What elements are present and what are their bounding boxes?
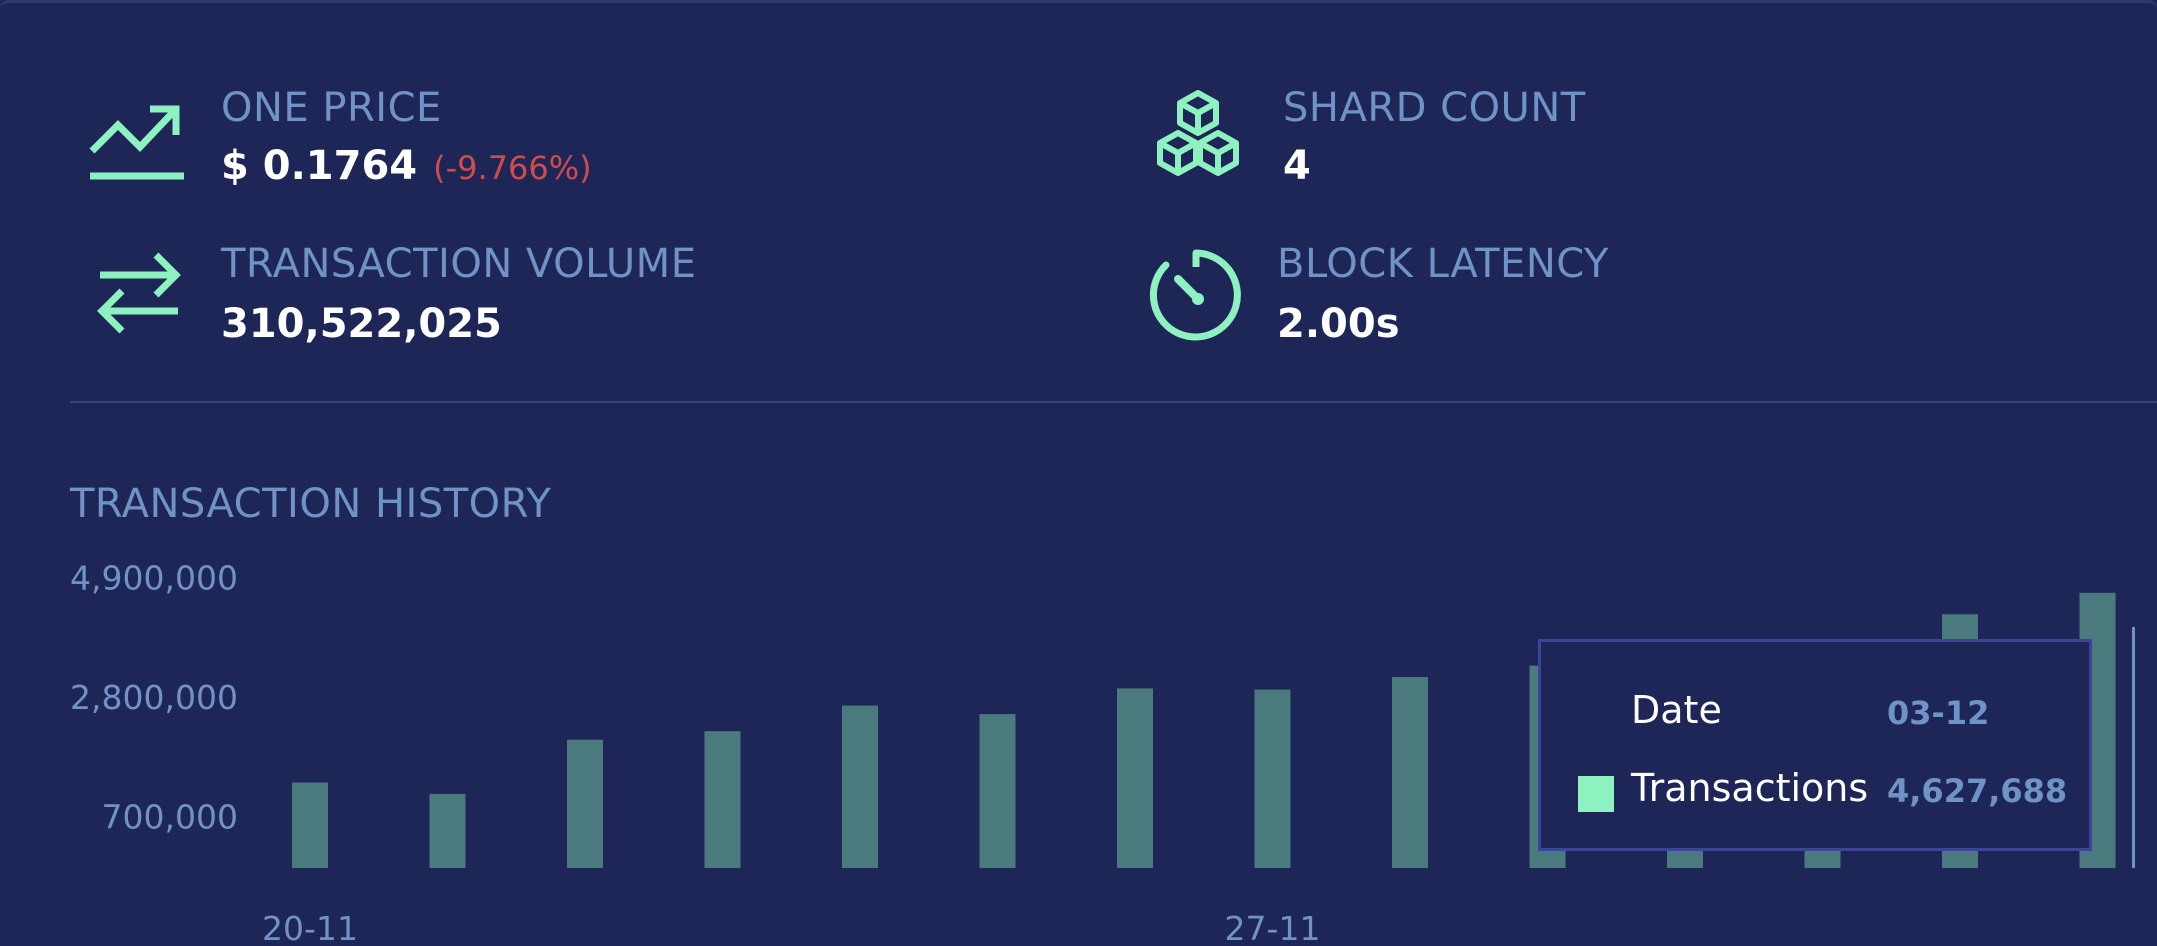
y-tick-label: 700,000 <box>102 798 238 837</box>
price-value: $ 0.1764 <box>221 143 418 189</box>
shard-count-value: 4 <box>1283 143 1311 189</box>
chart-bar[interactable] <box>842 705 878 868</box>
timer-icon <box>1148 247 1244 347</box>
block-latency-value: 2.00s <box>1277 301 1400 347</box>
price-change: (-9.766%) <box>433 149 592 187</box>
section-divider <box>70 401 2157 403</box>
tooltip-transactions-label: Transactions <box>1631 766 1869 810</box>
transaction-history-title: TRANSACTION HISTORY <box>70 481 552 527</box>
tooltip-date-row: Date 03-12 <box>1541 682 2089 742</box>
x-tick-label: 27-11 <box>1225 909 1321 946</box>
chart-bar[interactable] <box>1254 689 1291 868</box>
cubes-icon <box>1148 89 1248 189</box>
tooltip-date-value: 03-12 <box>1887 694 1990 732</box>
chart-bar[interactable] <box>704 731 741 868</box>
y-tick-label: 4,900,000 <box>70 563 238 597</box>
chart-bar[interactable] <box>979 714 1016 868</box>
chart-bar[interactable] <box>1117 688 1153 868</box>
chart-bar[interactable] <box>292 782 328 868</box>
y-tick-label: 2,800,000 <box>70 678 238 717</box>
transactions-legend-swatch <box>1578 776 1614 812</box>
block-latency-label: BLOCK LATENCY <box>1277 241 1609 287</box>
x-tick-label: 20-11 <box>262 909 358 946</box>
price-label: ONE PRICE <box>221 85 442 131</box>
tooltip-transactions-row: Transactions 4,627,688 <box>1541 760 2089 820</box>
chart-bar[interactable] <box>567 739 603 868</box>
trending-up-icon <box>88 99 186 187</box>
tooltip-date-label: Date <box>1631 688 1722 732</box>
transaction-volume-value: 310,522,025 <box>221 301 502 347</box>
chart-tooltip: Date 03-12 Transactions 4,627,688 <box>1538 639 2092 851</box>
network-stats-panel: ONE PRICE $ 0.1764 (-9.766%) SHARD COUNT… <box>0 0 2157 946</box>
transfer-arrows-icon <box>94 249 184 341</box>
chart-bar[interactable] <box>1392 677 1428 868</box>
chart-bar[interactable] <box>429 793 466 868</box>
price-value-row: $ 0.1764 (-9.766%) <box>221 143 592 189</box>
tooltip-transactions-value: 4,627,688 <box>1887 772 2068 810</box>
transaction-volume-label: TRANSACTION VOLUME <box>221 241 697 287</box>
shard-count-label: SHARD COUNT <box>1283 85 1586 131</box>
